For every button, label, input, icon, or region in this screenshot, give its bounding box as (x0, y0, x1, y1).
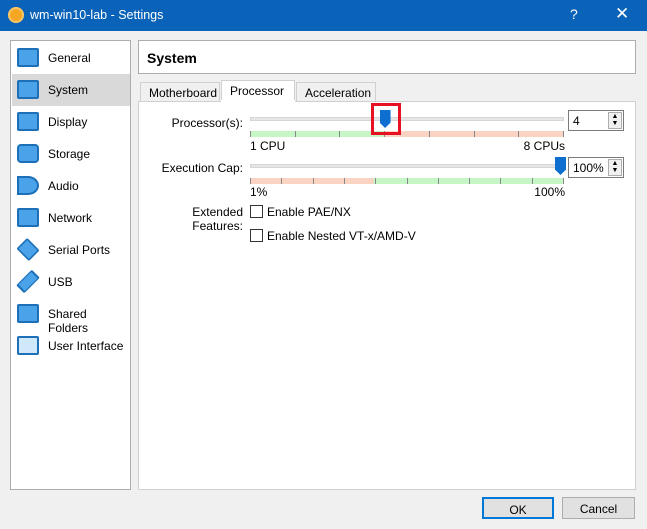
general-icon (17, 48, 39, 67)
processor-spinbox[interactable]: 4 ▲▼ (568, 110, 624, 131)
scale-tick (339, 131, 340, 137)
execution-cap-label: Execution Cap: (140, 161, 243, 175)
execution-cap-value: 100% (573, 161, 604, 175)
scale-tick (438, 178, 439, 184)
processor-value: 4 (573, 114, 580, 128)
scale-tick (518, 131, 519, 137)
sidebar-item-system[interactable]: System (12, 74, 130, 106)
usb-icon (16, 270, 40, 294)
sidebar-item-audio[interactable]: Audio (12, 170, 130, 202)
processor-min-label: 1 CPU (250, 139, 285, 153)
sidebar-item-shared-folders[interactable]: Shared Folders (12, 298, 130, 330)
sidebar-item-label: System (48, 83, 88, 97)
sidebar-item-storage[interactable]: Storage (12, 138, 130, 170)
window-title: wm-win10-lab - Settings (30, 8, 163, 22)
scale-tick (563, 178, 564, 184)
scale-tick (313, 178, 314, 184)
execution-cap-min-label: 1% (250, 185, 267, 199)
settings-sidebar: General System Display Storage Audio Net… (10, 40, 131, 490)
scale-tick (407, 178, 408, 184)
sidebar-item-usb[interactable]: USB (12, 266, 130, 298)
tab-acceleration[interactable]: Acceleration (296, 82, 376, 102)
help-button[interactable]: ? (570, 6, 578, 22)
sidebar-item-general[interactable]: General (12, 42, 130, 74)
extended-features-label: Extended Features: (140, 205, 243, 233)
scale-tick (474, 131, 475, 137)
tab-motherboard[interactable]: Motherboard (140, 82, 220, 102)
enable-pae-label[interactable]: Enable PAE/NX (267, 205, 351, 219)
network-icon (17, 208, 39, 227)
tab-join (221, 100, 295, 106)
scale-tick (344, 178, 345, 184)
sidebar-item-label: Display (48, 115, 87, 129)
app-icon (8, 7, 24, 23)
spin-arrows-icon[interactable]: ▲▼ (608, 112, 622, 129)
execution-cap-max-label: 100% (515, 185, 565, 199)
scale-tick (500, 178, 501, 184)
display-icon (17, 112, 39, 131)
storage-icon (17, 144, 39, 163)
sidebar-item-label: USB (48, 275, 73, 289)
execution-cap-scale (250, 178, 564, 184)
page-title: System (138, 40, 636, 74)
scale-tick (295, 131, 296, 137)
scale-tick (563, 131, 564, 137)
user-interface-icon (17, 336, 39, 355)
tab-processor[interactable]: Processor (221, 80, 295, 102)
sidebar-item-label: User Interface (48, 339, 123, 353)
sidebar-item-user-interface[interactable]: User Interface (12, 330, 130, 362)
system-icon (17, 80, 39, 99)
enable-nested-vtx-checkbox[interactable] (250, 229, 263, 242)
shared-folders-icon (17, 304, 39, 323)
processor-slider[interactable] (250, 117, 564, 121)
enable-nested-vtx-label[interactable]: Enable Nested VT-x/AMD-V (267, 229, 416, 243)
sidebar-item-label: Storage (48, 147, 90, 161)
sidebar-item-network[interactable]: Network (12, 202, 130, 234)
processor-scale (250, 131, 564, 137)
sidebar-item-serial-ports[interactable]: Serial Ports (12, 234, 130, 266)
cancel-button[interactable]: Cancel (562, 497, 635, 519)
scale-tick (429, 131, 430, 137)
execution-cap-spinbox[interactable]: 100% ▲▼ (568, 157, 624, 178)
sidebar-item-label: Audio (48, 179, 79, 193)
sidebar-item-label: Network (48, 211, 92, 225)
serial-ports-icon (16, 238, 39, 261)
execution-cap-slider[interactable] (250, 164, 564, 168)
spin-arrows-icon[interactable]: ▲▼ (608, 159, 622, 176)
close-button[interactable]: ✕ (615, 4, 629, 24)
sidebar-item-label: Serial Ports (48, 243, 110, 257)
scale-tick (375, 178, 376, 184)
ok-button[interactable]: OK (482, 497, 554, 519)
sidebar-item-label: General (48, 51, 91, 65)
scale-tick (469, 178, 470, 184)
audio-icon (17, 176, 39, 195)
processor-label: Processor(s): (140, 116, 243, 130)
processor-max-label: 8 CPUs (515, 139, 565, 153)
scale-tick (281, 178, 282, 184)
sidebar-item-display[interactable]: Display (12, 106, 130, 138)
title-bar: wm-win10-lab - Settings ? ✕ (0, 0, 647, 31)
scale-tick (250, 178, 251, 184)
enable-pae-checkbox[interactable] (250, 205, 263, 218)
scale-tick (532, 178, 533, 184)
scale-tick (250, 131, 251, 137)
highlight-box (371, 103, 401, 135)
